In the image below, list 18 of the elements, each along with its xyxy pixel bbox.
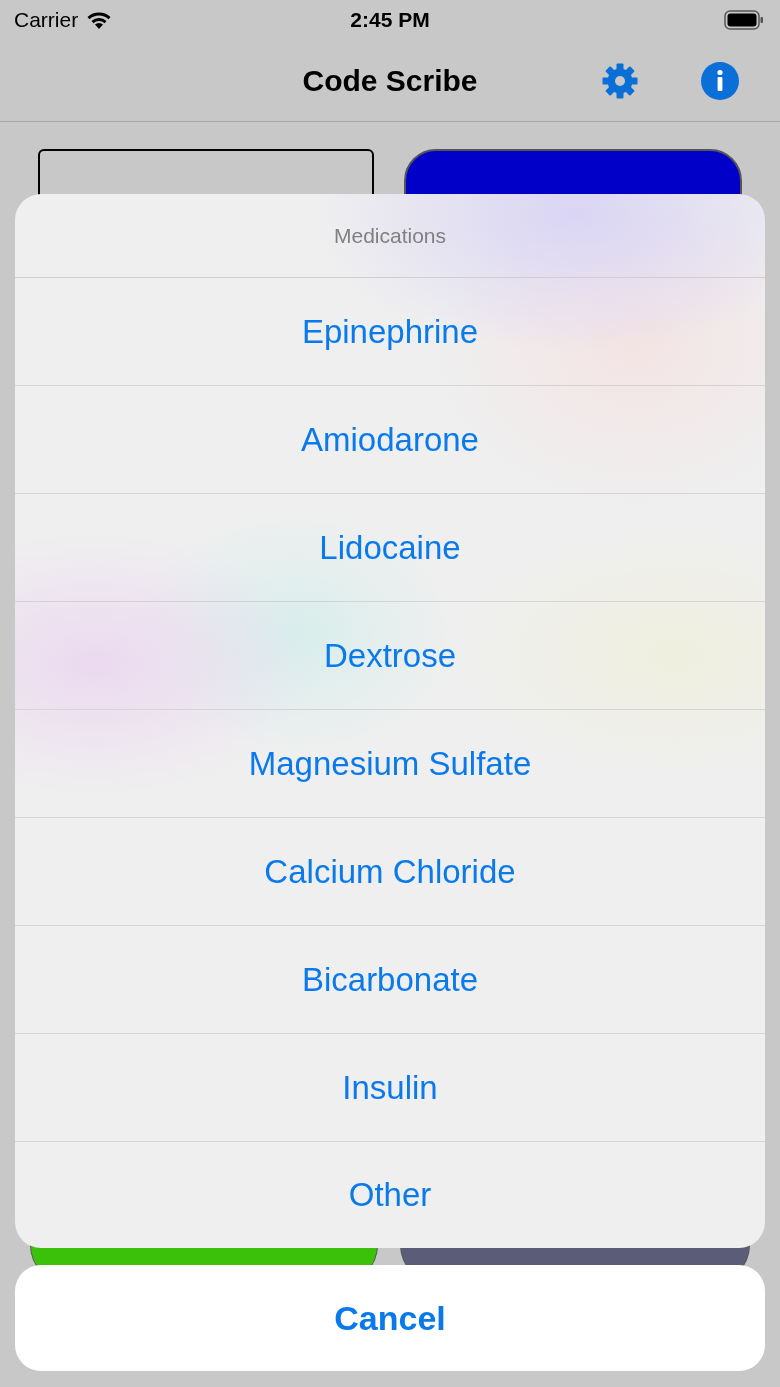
battery-icon [724, 10, 764, 30]
sheet-title: Medications [15, 194, 765, 278]
medication-option[interactable]: Dextrose [15, 602, 765, 710]
medication-option[interactable]: Lidocaine [15, 494, 765, 602]
nav-title: Code Scribe [302, 63, 478, 98]
medication-option[interactable]: Amiodarone [15, 386, 765, 494]
status-time: 2:45 PM [350, 8, 430, 32]
medication-option[interactable]: Epinephrine [15, 278, 765, 386]
settings-icon[interactable] [601, 61, 639, 100]
carrier-label: Carrier [14, 8, 79, 32]
medication-option[interactable]: Insulin [15, 1034, 765, 1142]
cancel-button[interactable]: Cancel [15, 1265, 765, 1371]
wifi-icon [86, 10, 113, 30]
medication-option[interactable]: Calcium Chloride [15, 818, 765, 926]
info-icon[interactable] [701, 61, 739, 100]
medication-option[interactable]: Bicarbonate [15, 926, 765, 1034]
medication-option[interactable]: Other [15, 1142, 765, 1248]
medication-option[interactable]: Magnesium Sulfate [15, 710, 765, 818]
